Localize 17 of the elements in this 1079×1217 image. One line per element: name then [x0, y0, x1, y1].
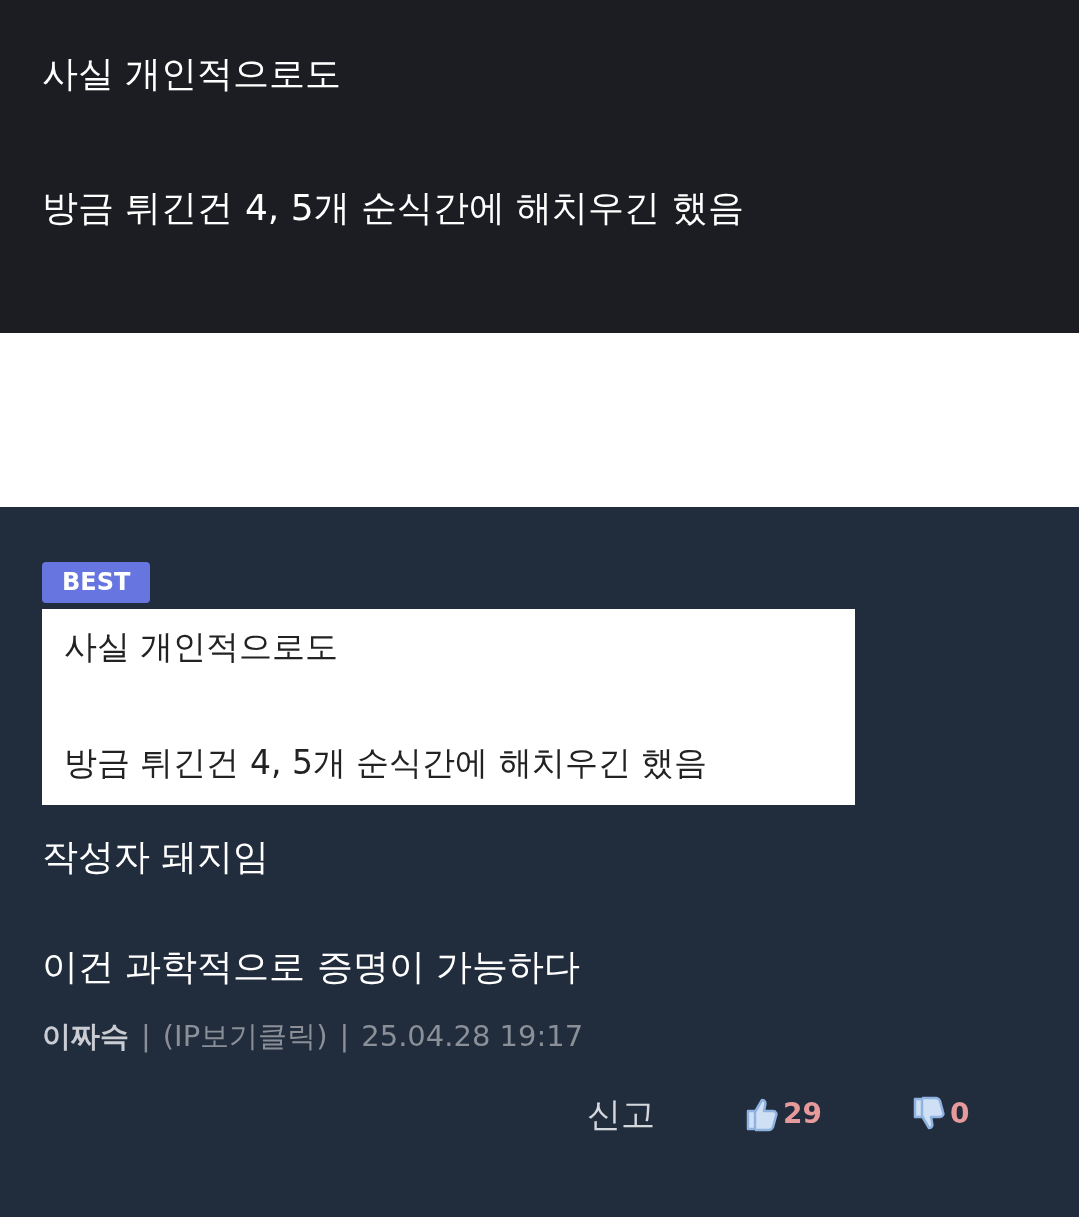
post-text: 방금 튀긴건 4, 5개 순식간에 해치우긴 했음 [42, 186, 744, 230]
thumbs-down-icon [911, 1096, 946, 1132]
best-badge: BEST [42, 562, 151, 603]
like-button[interactable]: 29 [745, 1093, 822, 1135]
quote-text: 사실 개인적으로도 [64, 626, 339, 668]
post-text: 사실 개인적으로도 [42, 52, 342, 96]
comment-text: 작성자 돼지임 [42, 835, 270, 879]
quote-text: 방금 튀긴건 4, 5개 순식간에 해치우긴 했음 [64, 742, 708, 784]
thumbs-up-icon [745, 1096, 779, 1132]
separator: | [141, 1018, 151, 1055]
separator: | [339, 1018, 350, 1055]
dislike-button[interactable]: 0 [911, 1093, 970, 1135]
author-name: 이짜슥 [42, 1018, 129, 1055]
ip-link[interactable]: (IP보기클릭) [162, 1015, 328, 1059]
report-button[interactable]: 신고 [587, 1088, 655, 1140]
comment-text: 이건 과학적으로 증명이 가능하다 [42, 945, 581, 989]
timestamp: 25.04.28 19:17 [361, 1018, 584, 1055]
